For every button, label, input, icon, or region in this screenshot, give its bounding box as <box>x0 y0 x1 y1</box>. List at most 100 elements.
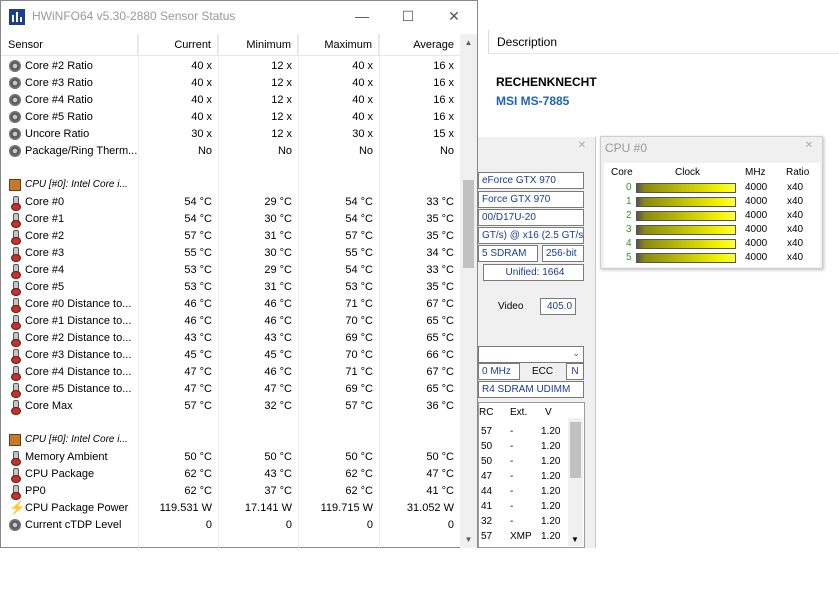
sensor-name: Core #3 <box>25 247 65 259</box>
sensor-current-value: 55 °C <box>184 247 212 259</box>
sensor-row[interactable]: PP0 62 °C 37 °C 62 °C 41 °C <box>1 483 461 500</box>
sensor-minimum-value: 46 °C <box>264 315 292 327</box>
sensor-row[interactable]: Current cTDP Level 0 0 0 0 <box>1 517 461 534</box>
sensor-row[interactable]: Core #3 Ratio 40 x 12 x 40 x 16 x <box>1 75 461 92</box>
sensor-maximum-value: 50 °C <box>345 451 373 463</box>
sensor-row[interactable]: Core Max 57 °C 32 °C 57 °C 36 °C <box>1 398 461 415</box>
sensor-row[interactable]: Core #0 54 °C 29 °C 54 °C 33 °C <box>1 194 461 211</box>
sensor-name: CPU Package <box>25 468 95 480</box>
thermometer-icon <box>9 400 21 415</box>
sensor-row[interactable]: Core #3 Distance to... 45 °C 45 °C 70 °C 66 … <box>1 347 461 364</box>
memory-dropdown[interactable]: ⌄ <box>478 346 584 363</box>
sensor-average-value: 67 °C <box>426 298 454 310</box>
thermometer-icon <box>9 332 21 347</box>
scroll-down-icon[interactable]: ▼ <box>460 531 477 548</box>
gpu-chip-field: Force GTX 970 <box>478 191 584 208</box>
core-index: 5 <box>626 252 632 263</box>
sensor-row[interactable]: Core #2 Ratio 40 x 12 x 40 x 16 x <box>1 58 461 75</box>
sensor-row[interactable]: Memory Ambient 50 °C 50 °C 50 °C 50 °C <box>1 449 461 466</box>
title-bar[interactable]: HWiNFO64 v5.30-2880 Sensor Status — ☐ ✕ <box>1 1 477 32</box>
sensor-minimum-value: 46 °C <box>264 366 292 378</box>
scroll-up-icon[interactable]: ▲ <box>460 34 477 51</box>
maximum-column-header[interactable]: Maximum <box>298 34 379 56</box>
sensor-maximum-value: 54 °C <box>345 264 373 276</box>
memory-timing-row: 47 - 1.20 <box>479 470 571 485</box>
sensor-maximum-value: 40 x <box>352 94 373 106</box>
sensor-row[interactable]: Core #5 53 °C 31 °C 53 °C 35 °C <box>1 279 461 296</box>
sensor-row[interactable]: ⚡ CPU Package Power 119.531 W 17.141 W 119.7… <box>1 500 461 517</box>
close-icon[interactable]: ✕ <box>800 140 818 156</box>
sensor-group-row[interactable]: CPU [#0]: Intel Core i... <box>1 177 461 194</box>
scrollbar-thumb[interactable] <box>463 180 474 268</box>
scroll-down-icon[interactable]: ▼ <box>571 535 579 544</box>
sensor-current-value: 46 °C <box>184 298 212 310</box>
sensor-minimum-value: 31 °C <box>264 230 292 242</box>
sensor-row[interactable]: Core #5 Ratio 40 x 12 x 40 x 16 x <box>1 109 461 126</box>
sensor-group-row[interactable]: CPU [#0]: Intel Core i... <box>1 432 461 449</box>
memory-table-scrollbar[interactable]: ▼ <box>568 418 583 546</box>
sensor-minimum-value: 45 °C <box>264 349 292 361</box>
sensor-row[interactable]: Core #2 57 °C 31 °C 57 °C 35 °C <box>1 228 461 245</box>
sensor-name: Core #1 Distance to... <box>25 315 132 327</box>
sensor-average-value: 35 °C <box>426 230 454 242</box>
sensor-name: Core Max <box>25 400 73 412</box>
sensor-name: Core #4 Ratio <box>25 94 93 106</box>
sensor-current-value: 30 x <box>191 128 212 140</box>
rc-value: 32 <box>481 516 493 527</box>
ext-value: - <box>510 501 514 512</box>
sensor-minimum-value: 12 x <box>271 128 292 140</box>
cpu-clock-window[interactable]: CPU #0 ✕ Core Clock MHz Ratio 0 4000 x40 1 4… <box>600 136 823 269</box>
clock-bar <box>636 197 736 207</box>
core-ratio: x40 <box>787 238 804 249</box>
sensor-row[interactable]: Package/Ring Therm... No No No No <box>1 143 461 160</box>
sensor-row[interactable]: CPU Package 62 °C 43 °C 62 °C 47 °C <box>1 466 461 483</box>
voltage-value: 1.20 <box>541 456 561 467</box>
sensor-average-value: 35 °C <box>426 213 454 225</box>
average-column-header[interactable]: Average <box>379 34 460 56</box>
sensor-name: Core #3 Ratio <box>25 77 93 89</box>
gear-icon <box>9 94 21 106</box>
sensor-current-value: 62 °C <box>184 468 212 480</box>
sensor-row[interactable]: Core #1 54 °C 30 °C 54 °C 35 °C <box>1 211 461 228</box>
sensor-maximum-value: 40 x <box>352 111 373 123</box>
sensor-row[interactable]: Core #4 53 °C 29 °C 54 °C 33 °C <box>1 262 461 279</box>
sensor-minimum-value: 43 °C <box>264 468 292 480</box>
description-column-header[interactable]: Description <box>488 30 839 54</box>
sensor-row[interactable]: Core #0 Distance to... 46 °C 46 °C 71 °C 67 … <box>1 296 461 313</box>
sensor-minimum-value: 12 x <box>271 60 292 72</box>
rc-value: 57 <box>481 426 493 437</box>
thermometer-icon <box>9 383 21 398</box>
sensor-current-value: 50 °C <box>184 451 212 463</box>
sensor-list-scrollbar[interactable]: ▲ ▼ <box>460 34 477 548</box>
voltage-value: 1.20 <box>541 516 561 527</box>
sensor-name: Core #5 Ratio <box>25 111 93 123</box>
sensor-row[interactable]: Core #5 Distance to... 47 °C 47 °C 69 °C 65 … <box>1 381 461 398</box>
sensor-spacer-row <box>1 160 461 177</box>
sensor-row[interactable]: Core #2 Distance to... 43 °C 43 °C 69 °C 65 … <box>1 330 461 347</box>
sensor-column-header[interactable]: Sensor <box>1 34 138 56</box>
chip-icon <box>9 179 21 191</box>
core-ratio: x40 <box>787 224 804 235</box>
minimum-column-header[interactable]: Minimum <box>218 34 298 56</box>
gear-icon <box>9 77 21 89</box>
chip-icon <box>9 434 21 446</box>
thermometer-icon <box>9 247 21 262</box>
sensor-row[interactable]: Core #3 55 °C 30 °C 55 °C 34 °C <box>1 245 461 262</box>
sensor-row[interactable]: Core #1 Distance to... 46 °C 46 °C 70 °C 65 … <box>1 313 461 330</box>
sensor-row[interactable]: Core #4 Distance to... 47 °C 46 °C 71 °C 67 … <box>1 364 461 381</box>
maximize-button[interactable]: ☐ <box>385 1 431 31</box>
close-button[interactable]: ✕ <box>431 1 477 31</box>
gear-icon <box>9 145 21 157</box>
sensor-status-window[interactable]: HWiNFO64 v5.30-2880 Sensor Status — ☐ ✕ … <box>0 0 478 548</box>
sensor-row[interactable]: Uncore Ratio 30 x 12 x 30 x 15 x <box>1 126 461 143</box>
scrollbar-thumb[interactable] <box>570 422 581 478</box>
memory-timing-row: 57 - 1.20 <box>479 425 571 440</box>
gear-icon <box>9 128 21 140</box>
sensor-current-value: 57 °C <box>184 400 212 412</box>
close-icon[interactable]: ✕ <box>573 140 591 156</box>
current-column-header[interactable]: Current <box>138 34 218 56</box>
maximize-icon: ☐ <box>401 8 415 24</box>
sensor-minimum-value: No <box>277 145 292 157</box>
minimize-button[interactable]: — <box>339 1 385 31</box>
sensor-row[interactable]: Core #4 Ratio 40 x 12 x 40 x 16 x <box>1 92 461 109</box>
